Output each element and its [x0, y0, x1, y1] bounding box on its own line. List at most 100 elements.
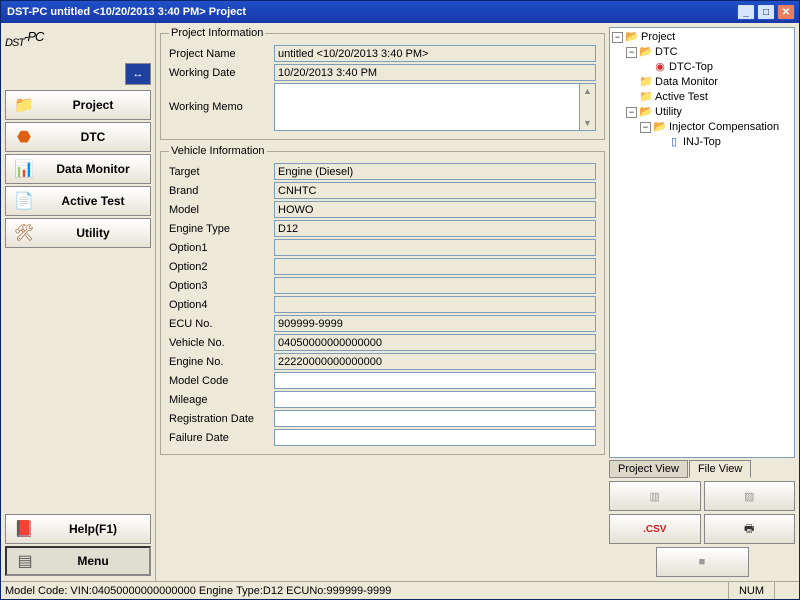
field-label: Vehicle No. — [169, 337, 274, 349]
field-label: Engine Type — [169, 223, 274, 235]
sidebar-item-label: Project — [42, 98, 144, 112]
sidebar-item-dtc[interactable]: ⬣ DTC — [5, 122, 151, 152]
project-name-field[interactable]: untitled <10/20/2013 3:40 PM> — [274, 45, 596, 62]
titlebar[interactable]: DST-PC untitled <10/20/2013 3:40 PM> Pro… — [1, 1, 799, 23]
field-value[interactable] — [274, 258, 596, 275]
field-value[interactable] — [274, 239, 596, 256]
app-logo: DST-PC — [5, 29, 151, 57]
field-value[interactable] — [274, 277, 596, 294]
close-button[interactable]: ✕ — [777, 4, 795, 20]
field-value[interactable]: 909999-9999 — [274, 315, 596, 332]
field-row: Option3 — [169, 277, 596, 294]
collapse-icon[interactable]: − — [626, 47, 637, 58]
field-value[interactable] — [274, 372, 596, 389]
sidebar-item-label: DTC — [42, 130, 144, 144]
field-row: ECU No.909999-9999 — [169, 315, 596, 332]
sidebar-item-utility[interactable]: 🛠 Utility — [5, 218, 151, 248]
tab-file-view[interactable]: File View — [689, 460, 751, 478]
working-date-field[interactable]: 10/20/2013 3:40 PM — [274, 64, 596, 81]
tree-label: Project — [641, 30, 675, 45]
memo-scrollbar[interactable]: ▲ ▼ — [580, 83, 596, 131]
field-value[interactable]: D12 — [274, 220, 596, 237]
tab-project-view[interactable]: Project View — [609, 460, 688, 478]
tree-node-active-test[interactable]: 📁 Active Test — [612, 90, 792, 105]
sidebar: DST-PC ↔ 📁 Project ⬣ DTC 📊 Data Monitor — [1, 23, 156, 581]
sidebar-item-help[interactable]: 📕 Help(F1) — [5, 514, 151, 544]
sidebar-item-label: Help(F1) — [42, 522, 144, 536]
print-button[interactable]: 🖶 — [704, 514, 796, 544]
tree-node-data-monitor[interactable]: 📁 Data Monitor — [612, 75, 792, 90]
field-label: Option4 — [169, 299, 274, 311]
folder-icon: 📁 — [639, 77, 653, 89]
vehicle-info-group: Vehicle Information TargetEngine (Diesel… — [160, 145, 605, 455]
scroll-up-icon[interactable]: ▲ — [580, 84, 595, 98]
tree-node-dtc[interactable]: − 📂 DTC — [612, 45, 792, 60]
action-buttons: ▥ ▨ .CSV 🖶 ■ — [609, 481, 795, 577]
collapse-icon[interactable]: − — [626, 107, 637, 118]
field-value[interactable]: 04050000000000000 — [274, 334, 596, 351]
tree-label: Active Test — [655, 90, 708, 105]
field-value[interactable]: HOWO — [274, 201, 596, 218]
stop-button[interactable]: ■ — [656, 547, 749, 577]
field-value[interactable] — [274, 429, 596, 446]
tree-node-utility[interactable]: − 📂 Utility — [612, 105, 792, 120]
working-memo-textarea[interactable] — [274, 83, 580, 131]
new-button[interactable]: ▥ — [609, 481, 701, 511]
tree-node-inj-top[interactable]: ▯ INJ-Top — [612, 135, 792, 150]
field-value[interactable]: 22220000000000000 — [274, 353, 596, 370]
delete-button[interactable]: ▨ — [704, 481, 796, 511]
sidebar-item-active-test[interactable]: 📄 Active Test — [5, 186, 151, 216]
field-value[interactable] — [274, 296, 596, 313]
tree-label: Injector Compensation — [669, 120, 779, 135]
field-value[interactable] — [274, 410, 596, 427]
view-tabs: Project View File View — [609, 460, 795, 478]
sidebar-item-menu[interactable]: ▤ Menu — [5, 546, 151, 576]
tree-node-injector-comp[interactable]: − 📂 Injector Compensation — [612, 120, 792, 135]
collapse-icon[interactable]: − — [640, 122, 651, 133]
field-row: ModelHOWO — [169, 201, 596, 218]
sidebar-item-project[interactable]: 📁 Project — [5, 90, 151, 120]
right-panel: − 📂 Project − 📂 DTC ◉ DTC-Top — [609, 23, 799, 581]
field-label: Mileage — [169, 394, 274, 406]
field-row-working-date: Working Date 10/20/2013 3:40 PM — [169, 64, 596, 81]
sidebar-item-data-monitor[interactable]: 📊 Data Monitor — [5, 154, 151, 184]
folder-open-icon: 📂 — [639, 47, 653, 59]
test-icon: 📄 — [12, 190, 36, 212]
field-row: Registration Date — [169, 410, 596, 427]
field-row-working-memo: Working Memo ▲ ▼ — [169, 83, 596, 131]
tree-label: Utility — [655, 105, 682, 120]
tree-node-dtc-top[interactable]: ◉ DTC-Top — [612, 60, 792, 75]
csv-icon: .CSV — [643, 524, 666, 535]
field-label: Registration Date — [169, 413, 274, 425]
utility-icon: 🛠 — [12, 222, 36, 244]
field-value[interactable]: Engine (Diesel) — [274, 163, 596, 180]
document-icon: ▥ — [650, 490, 660, 503]
minimize-button[interactable]: _ — [737, 4, 755, 20]
maximize-button[interactable]: □ — [757, 4, 775, 20]
stop-icon: ■ — [699, 556, 706, 568]
project-info-legend: Project Information — [169, 27, 265, 39]
logo-main: DST — [5, 37, 24, 49]
field-value[interactable] — [274, 391, 596, 408]
field-label: Model — [169, 204, 274, 216]
field-label: Option1 — [169, 242, 274, 254]
collapse-icon[interactable]: − — [612, 32, 623, 43]
field-row: Option4 — [169, 296, 596, 313]
scroll-track[interactable] — [580, 98, 595, 116]
scroll-down-icon[interactable]: ▼ — [580, 116, 595, 130]
client-area: DST-PC ↔ 📁 Project ⬣ DTC 📊 Data Monitor — [1, 23, 799, 599]
field-row: Engine No.22220000000000000 — [169, 353, 596, 370]
folder-open-icon: 📂 — [625, 32, 639, 44]
project-tree[interactable]: − 📂 Project − 📂 DTC ◉ DTC-Top — [609, 27, 795, 458]
folder-open-icon: 📂 — [639, 107, 653, 119]
tree-node-project[interactable]: − 📂 Project — [612, 30, 792, 45]
expand-collapse-button[interactable]: ↔ — [125, 63, 151, 85]
field-value[interactable]: CNHTC — [274, 182, 596, 199]
field-label: Engine No. — [169, 356, 274, 368]
field-label: Option2 — [169, 261, 274, 273]
folder-open-icon: 📂 — [653, 122, 667, 134]
field-row: Mileage — [169, 391, 596, 408]
export-csv-button[interactable]: .CSV — [609, 514, 701, 544]
field-row-project-name: Project Name untitled <10/20/2013 3:40 P… — [169, 45, 596, 62]
field-label: Model Code — [169, 375, 274, 387]
